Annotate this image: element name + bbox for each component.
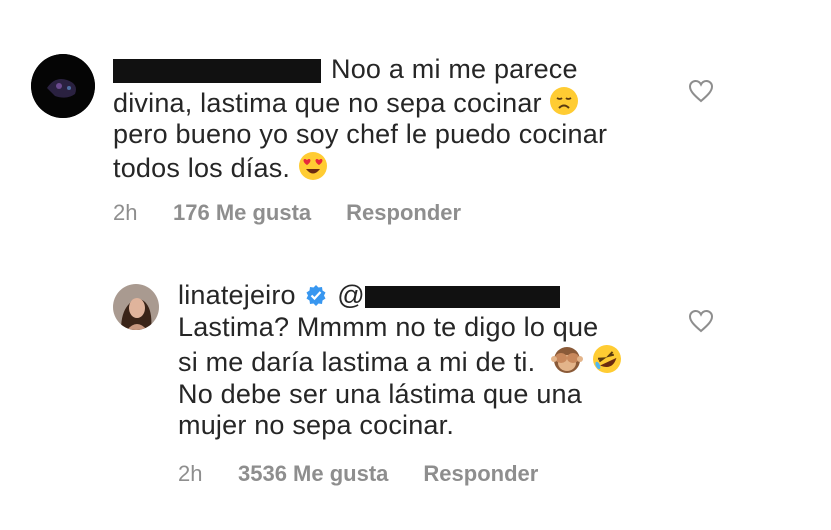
comment: Noo a mi me parece divina, lastima que n… xyxy=(0,0,831,250)
comment-text-line: mujer no sepa cocinar. xyxy=(178,410,455,440)
rolling-on-floor-laughing-icon xyxy=(592,345,621,373)
comment-text-line: Noo a mi me parece xyxy=(331,54,578,84)
see-no-evil-monkey-icon xyxy=(551,347,584,373)
comment-line: Lastima? Mmmm no te digo lo que xyxy=(178,312,648,344)
comment-time: 2h xyxy=(113,200,138,225)
reply-button[interactable]: Responder xyxy=(346,200,461,226)
comment-text: Noo a mi me parece divina, lastima que n… xyxy=(113,54,673,184)
heart-eyes-face-icon xyxy=(298,151,327,180)
comment-line: si me daría lastima a mi de ti. xyxy=(178,343,648,379)
mention[interactable]: @ xyxy=(337,280,560,310)
reply-button[interactable]: Responder xyxy=(423,461,538,487)
verified-badge-icon xyxy=(306,285,326,306)
comment-time: 2h xyxy=(178,461,203,486)
avatar[interactable] xyxy=(113,284,159,330)
like-heart-icon[interactable] xyxy=(688,309,714,333)
comment-meta: 2h 3536 Me gusta Responder xyxy=(178,461,538,487)
like-heart-icon[interactable] xyxy=(688,79,714,103)
comment-text-line: si me daría lastima a mi de ti. xyxy=(178,347,536,377)
comment-text-line: pero bueno yo soy chef le puedo cocinar xyxy=(113,119,608,149)
redacted-username[interactable] xyxy=(113,58,321,83)
redacted-mention xyxy=(364,285,560,308)
disappointed-face-icon xyxy=(550,86,579,115)
comment-text-line: todos los días. xyxy=(113,152,291,183)
comment-line: mujer no sepa cocinar. xyxy=(178,410,648,442)
avatar[interactable] xyxy=(31,54,95,118)
comment-line: todos los días. xyxy=(113,151,673,185)
likes-count[interactable]: 176 Me gusta xyxy=(173,200,311,226)
comment-header: linatejeiro @ xyxy=(178,280,648,312)
comment-line: Noo a mi me parece xyxy=(113,54,673,86)
reply-comment: linatejeiro @ Lastima? Mmmm no te digo l… xyxy=(0,250,831,530)
comment-text-line: Lastima? Mmmm no te digo lo que xyxy=(178,311,599,342)
comment-line: pero bueno yo soy chef le puedo cocinar xyxy=(113,119,673,151)
likes-count[interactable]: 3536 Me gusta xyxy=(238,461,388,487)
mention-prefix: @ xyxy=(337,280,365,310)
comment-meta: 2h 176 Me gusta Responder xyxy=(113,200,461,226)
username[interactable]: linatejeiro xyxy=(178,280,296,310)
comment-line: divina, lastima que no sepa cocinar xyxy=(113,86,673,120)
comment-text-line: divina, lastima que no sepa cocinar xyxy=(113,87,542,118)
comment-line: No debe ser una lástima que una xyxy=(178,379,648,411)
comment-text-line: No debe ser una lástima que una xyxy=(178,378,582,409)
comment-text: linatejeiro @ Lastima? Mmmm no te digo l… xyxy=(178,280,648,442)
